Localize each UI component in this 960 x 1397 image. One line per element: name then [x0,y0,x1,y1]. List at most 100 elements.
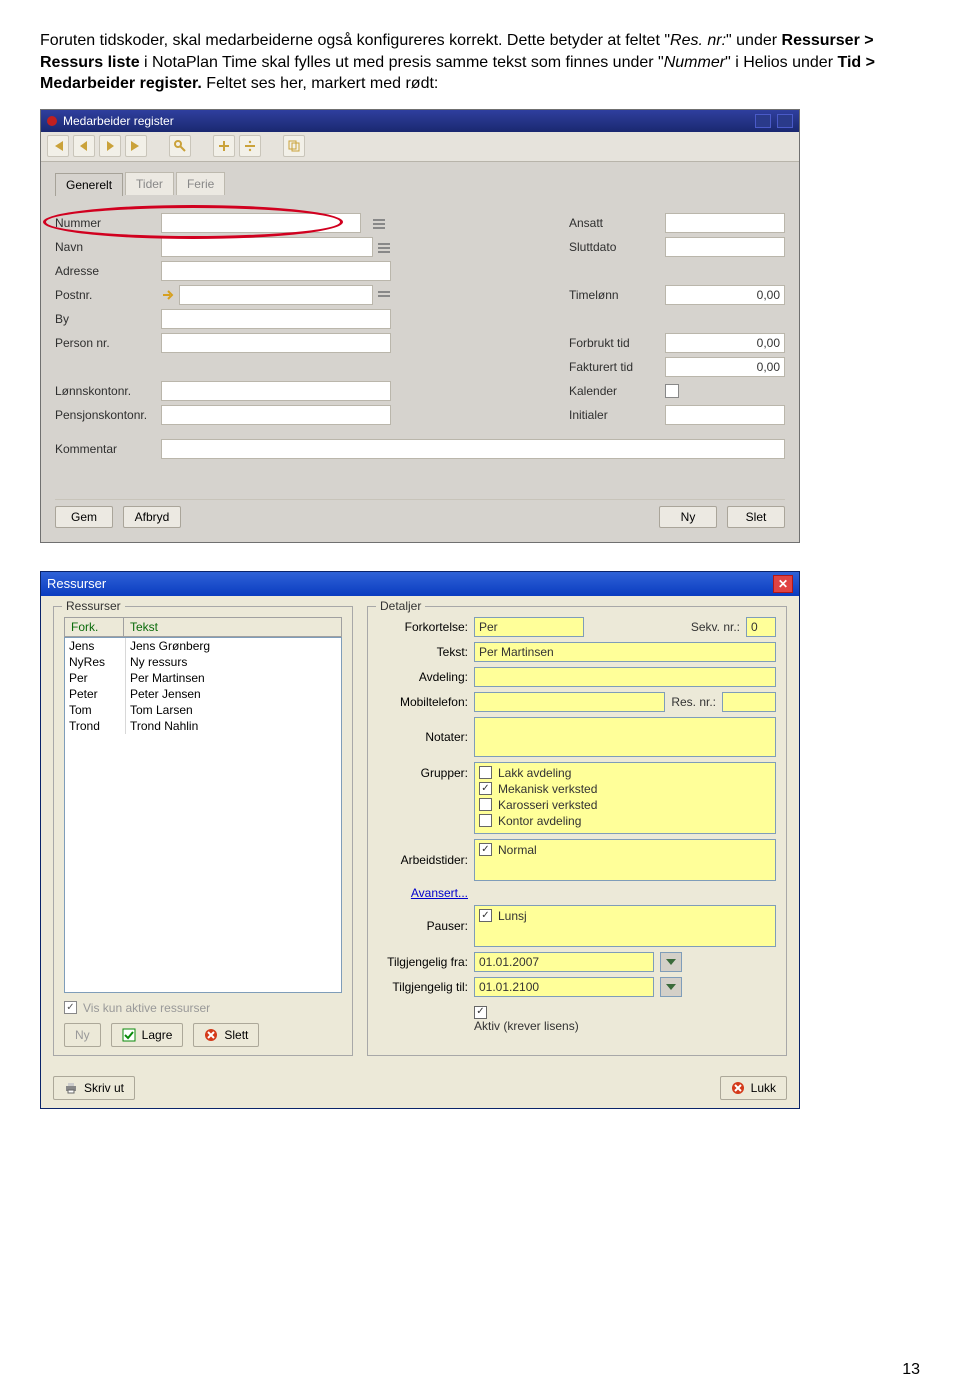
field-adresse[interactable] [161,261,391,281]
checkbox-kalender[interactable] [665,384,679,398]
arbeidstider-list[interactable]: ✓Normal [474,839,776,881]
checkbox[interactable] [479,814,492,827]
lookup-icon[interactable] [367,216,391,230]
checkbox[interactable] [479,766,492,779]
field-sekv[interactable]: 0 [746,617,776,637]
medarb-toolbar [41,132,799,162]
label-ansatt: Ansatt [569,216,659,230]
field-timelonn[interactable]: 0,00 [665,285,785,305]
print-button[interactable]: Skriv ut [53,1076,135,1100]
label-forkortelse: Forkortelse: [378,620,468,634]
field-postnr[interactable] [179,285,373,305]
field-personnr[interactable] [161,333,391,353]
slett-button[interactable]: Slett [193,1023,259,1047]
table-row[interactable]: PerPer Martinsen [65,670,341,686]
label-grupper: Grupper: [378,766,468,780]
field-mobiltelefon[interactable] [474,692,665,712]
field-resnr[interactable] [722,692,776,712]
label-pauser: Pauser: [378,919,468,933]
window-restore-icon[interactable] [755,114,771,128]
label-tilg-til: Tilgjengelig til: [378,980,468,994]
tab-ferie[interactable]: Ferie [176,172,225,195]
field-lonnskonto[interactable] [161,381,391,401]
tab-generelt[interactable]: Generelt [55,173,123,196]
list-item[interactable]: Lakk avdeling [479,765,771,781]
field-kommentar[interactable] [161,439,785,459]
resource-grid[interactable]: JensJens GrønbergNyResNy ressursPerPer M… [64,637,342,993]
label-sluttdato: Sluttdato [569,240,659,254]
new-button[interactable]: Ny [659,506,717,528]
prev-record-icon[interactable] [73,135,95,157]
legend-detaljer: Detaljer [376,599,425,613]
table-row[interactable]: TrondTrond Nahlin [65,718,341,734]
close-button[interactable]: Lukk [720,1076,787,1100]
checkbox[interactable] [479,798,492,811]
close-icon[interactable]: ✕ [773,575,793,593]
dropdown-tilg-til[interactable] [660,977,682,997]
field-nummer[interactable] [161,213,361,233]
pauser-list[interactable]: ✓ Lunsj [474,905,776,947]
checkbox[interactable]: ✓ [479,782,492,795]
table-row[interactable]: JensJens Grønberg [65,638,341,654]
table-row[interactable]: NyResNy ressurs [65,654,341,670]
list-item[interactable]: ✓Mekanisk verksted [479,781,771,797]
close-door-icon [731,1081,745,1095]
field-navn[interactable] [161,237,373,257]
window-dot-icon [47,116,57,126]
field-tilg-fra[interactable]: 01.01.2007 [474,952,654,972]
save-button[interactable]: Gem [55,506,113,528]
list-item-label: Lakk avdeling [498,766,571,780]
field-sluttdato[interactable] [665,237,785,257]
checkbox-vis-aktive[interactable]: ✓ [64,1001,77,1014]
label-by: By [55,312,155,326]
field-ansatt[interactable] [665,213,785,233]
ny-button[interactable]: Ny [64,1023,101,1047]
tab-tider[interactable]: Tider [125,172,174,195]
table-row[interactable]: TomTom Larsen [65,702,341,718]
copy-icon[interactable] [283,135,305,157]
page-number: 13 [902,1361,920,1379]
label-fakturert: Fakturert tid [569,360,659,374]
field-tekst[interactable]: Per Martinsen [474,642,776,662]
checkbox-normal[interactable]: ✓ [479,843,492,856]
ressurser-title: Ressurser [47,576,106,591]
delete-button[interactable]: Slet [727,506,785,528]
last-record-icon[interactable] [125,135,147,157]
key-icon[interactable] [169,135,191,157]
ressurser-left-group: Ressurser Fork. Tekst JensJens GrønbergN… [53,606,353,1056]
field-by[interactable] [161,309,391,329]
field-tilg-til[interactable]: 01.01.2100 [474,977,654,997]
dropdown-tilg-fra[interactable] [660,952,682,972]
checkbox-aktiv[interactable]: ✓ [474,1006,487,1019]
list-item[interactable]: Karosseri verksted [479,797,771,813]
lookup-icon-3[interactable] [377,288,391,302]
ressurser-window: Ressurser ✕ Ressurser Fork. Tekst JensJe… [40,571,800,1109]
field-forkortelse[interactable]: Per [474,617,584,637]
first-record-icon[interactable] [47,135,69,157]
list-item[interactable]: Kontor avdeling [479,813,771,829]
link-avansert[interactable]: Avansert... [411,886,468,900]
lookup-icon-2[interactable] [377,237,391,257]
field-pensjonskonto[interactable] [161,405,391,425]
cancel-button[interactable]: Afbryd [123,506,181,528]
table-row[interactable]: PeterPeter Jensen [65,686,341,702]
col-tekst[interactable]: Tekst [124,617,342,637]
window-close-icon[interactable] [777,114,793,128]
label-resnr: Res. nr.: [671,695,716,709]
grupper-list[interactable]: Lakk avdeling✓Mekanisk verkstedKarosseri… [474,762,776,834]
col-fork[interactable]: Fork. [64,617,124,637]
field-fakturert: 0,00 [665,357,785,377]
lagre-button[interactable]: Lagre [111,1023,184,1047]
checkbox-lunsj[interactable]: ✓ [479,909,492,922]
field-notater[interactable] [474,717,776,757]
next-record-icon[interactable] [99,135,121,157]
label-postnr: Postnr. [55,288,155,302]
plus-icon[interactable] [213,135,235,157]
label-aktiv: Aktiv (krever lisens) [474,1019,579,1033]
item-lunsj: Lunsj [498,909,527,923]
medarbeider-window: Medarbeider register Generelt Tider Feri… [40,109,800,543]
field-initialer[interactable] [665,405,785,425]
field-avdeling[interactable] [474,667,776,687]
label-pensjonskonto: Pensjonskontonr. [55,408,155,422]
divide-icon[interactable] [239,135,261,157]
